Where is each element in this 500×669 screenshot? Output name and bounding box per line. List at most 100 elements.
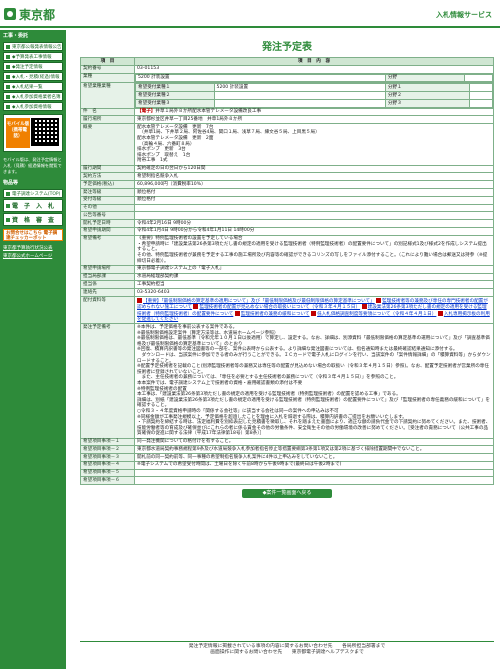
table-row: 希望備考 《重要》特例監理技術者の設置を予定している場合 ・希望申請時に「建設業法… — [80, 234, 494, 266]
table-row: 公告等番号 — [80, 211, 494, 221]
bullet-icon — [6, 94, 10, 99]
label-announce: 公告等番号 — [80, 211, 135, 221]
col-header-item: 項 目 — [80, 57, 135, 66]
table-row: 担当係 工事契約担当 — [80, 280, 494, 290]
bullet-icon — [6, 74, 10, 79]
back-to-list-button[interactable]: ◆案件一覧画面へ戻る — [242, 489, 332, 499]
bullet-icon — [6, 54, 10, 59]
bullet-icon — [6, 64, 10, 69]
page-title: 発注予定表 — [262, 42, 312, 53]
pdf-icon — [376, 297, 382, 303]
label-type: 受付等級 — [80, 195, 135, 205]
label-phone: 連絡先 — [80, 288, 135, 297]
table-row: 希望項目事項－３ 開札前の同一契約前等、同一事種の希望制指名競争入札案件に4件以上… — [80, 453, 494, 462]
sidebar-link-tokyo-official[interactable]: 東京都公式ホームページ — [0, 252, 66, 260]
tokyo-logo[interactable]: 東京都 — [4, 6, 55, 22]
value-name: 井草１局外８か所配水本管テレメータ設備改良工事 — [155, 109, 262, 115]
table-row: 希望項目事項－６ — [80, 476, 494, 486]
table-row: 発注予定備考 ※本件は、予定価格を事前公表する案件である。 ※最低制限価格設定案件… — [80, 323, 494, 439]
label-name: 件 名 — [80, 107, 135, 117]
table-row: 連絡先 03-5320-6403 — [80, 288, 494, 297]
table-row: 履行場所 東京都杉並区井草一丁目25番地 井草1局外８か所 — [80, 115, 494, 125]
label-contact-dept: 希望申請場所 — [80, 264, 135, 274]
label-hope-period: 希望申請期間 — [80, 226, 135, 236]
bullet-icon — [6, 104, 10, 109]
value-hope-item-4: ※電子システムでの希望受付時間は、土曜日を除く午前8時から午後9時まで(最終日は… — [134, 460, 494, 470]
value-industry: 5200 計装設置 — [135, 73, 386, 83]
label-hope-item-2: 希望項目事項－２ — [80, 445, 135, 455]
value-period: 契約確定の日の翌日から120日間 — [134, 164, 494, 174]
pdf-icon — [361, 304, 367, 310]
sidebar-item-budget-info[interactable]: ◆予算発表工事情報 — [3, 52, 63, 61]
footer-line-2: 画面操作に関するお問い合わせ先 東京都電子調達ヘルプデスクまで — [210, 650, 364, 655]
logo-text: 東京都 — [19, 7, 56, 22]
label-price: 予定価格(税込) — [80, 180, 135, 189]
table-row: 件 名 【電子】井草１局外８か所配水本管テレメータ設備改良工事 — [80, 107, 494, 117]
value-hope-item-3: 開札前の同一契約前等、同一事種の希望制指名競争入札案件に4件以上申込みをしていな… — [134, 453, 494, 462]
pdf-icon — [311, 310, 317, 316]
tokyo-emblem-icon — [4, 8, 16, 20]
label-hope-item-5: 希望項目事項－５ — [80, 468, 135, 478]
table-header-row: 項 目 項 目 内 容 — [80, 57, 494, 66]
footer: 発注予定情報に掲載されている事項の内容に関するお問い合わせ先 各局所担当部署まで… — [80, 641, 494, 656]
value-price: 60,896,000円（消費税率10%） — [134, 180, 494, 189]
sidebar-item-order-plan[interactable]: ◆発注予定情報 — [3, 62, 63, 71]
table-row: 希望項目事項－４ ※電子システムでの希望受付時間は、土曜日を除く午前8時から午後9… — [80, 460, 494, 470]
site-header: 東京都 入札情報サービス — [0, 0, 500, 28]
table-row: 発注等級 順位格付 — [80, 187, 494, 197]
table-row: 配付資料等 【重要】「最低制限価格の算定基準の適用について」及び「最低制限価格及… — [80, 295, 494, 325]
value-issue-note: ※本件は、予定価格を事前公表する案件である。 ※最低制限価格設定案件（算定方法等… — [134, 323, 494, 439]
table-row: 予定価格(税込) 60,896,000円（消費税率10%） — [80, 180, 494, 189]
sidebar-item-public-notice[interactable]: 東京都公報発表情報公告 — [3, 42, 63, 51]
sidebar-item-qualified-list[interactable]: ◆入札参加資格業者名簿 — [3, 92, 63, 101]
col-header-content: 項 目 内 容 — [134, 57, 494, 66]
label-bunya-2: 分野２ — [384, 91, 471, 100]
value-hope-item-5 — [134, 468, 494, 478]
table-row: 業種 5200 計装設置 分野 — [80, 72, 494, 84]
sidebar-item-bid-progress[interactable]: ◆入札・見積(経過)情報 — [3, 72, 63, 81]
label-hope-item-3: 希望項目事項－３ — [80, 453, 135, 462]
sidebar-item-qualification-review[interactable]: 資 格 審 査 — [3, 213, 63, 226]
mobile-section[interactable]: モバイル版（携帯電話） — [3, 114, 63, 152]
label-method: 契約方法 — [80, 172, 135, 182]
label-hope-note: 希望備考 — [80, 234, 135, 266]
sidebar-item-bid-results[interactable]: ◆入札結果一覧 — [3, 82, 63, 91]
value-summary: 配水本管テレメータ設備 更新 7台 （井草1局、下井草２局、阿佐谷4局、関口１局… — [134, 123, 494, 166]
label-files: 配付資料等 — [80, 295, 135, 325]
table-row: 希望申請場所 東京都電子調達システム上の「電子入札」 — [80, 264, 494, 274]
label-place: 発注等級 — [80, 187, 135, 197]
bullet-icon — [6, 44, 10, 49]
table-row: 受付等級 順位格付 — [80, 195, 494, 205]
file-link-6[interactable]: 低入札価格調査制度等要領について（令和４年４月１日） — [317, 312, 436, 317]
label-period: 履行期間 — [80, 164, 135, 174]
file-link-3[interactable]: 監理技術者の配置が見込めない場合の取扱いについて（令和３年４月１５日） — [199, 305, 360, 310]
label-contract-no: 契約番号 — [80, 64, 135, 74]
sidebar-item-e-procurement[interactable]: 電子調達システム(TOP) — [3, 189, 63, 198]
value-phone: 03-5320-6403 — [134, 288, 494, 297]
qr-code-icon — [31, 118, 59, 146]
pdf-icon — [193, 304, 199, 310]
table-row: 担当局部課 水道局経理部契約課 — [80, 272, 494, 282]
value-location: 東京都杉並区井草一丁目25番地 井草1局外８か所 — [134, 115, 494, 125]
sidebar-item-e-bidding[interactable]: 電 子 入 札 — [3, 199, 63, 212]
table-row: 希望項目事項－５ — [80, 468, 494, 478]
label-open-date: 開札予定日時 — [80, 219, 135, 228]
file-link-5[interactable]: 監理技術者の兼務の緩和について — [241, 312, 310, 317]
sidebar-item-qualification-info[interactable]: ◆入札参加資格情報 — [3, 102, 63, 111]
checker-bot-banner[interactable]: お問合せはこちら 電子調達チェッカーボット — [3, 229, 63, 241]
sidebar-link-budget-status[interactable]: 東京都予算執行状況公表 — [0, 244, 66, 252]
table-row: 契約番号 03-01153 — [80, 64, 494, 74]
table-row: 開札予定日時 令和4年2月16日 9時00分 — [80, 219, 494, 228]
value-open-date: 令和4年2月16日 9時00分 — [134, 219, 494, 228]
value-hope-period: 令和4年1月4日 9時00分から令和4年1月11日 14時00分 — [134, 226, 494, 236]
label-hope-2: 希望受付業種２ — [135, 91, 215, 100]
table-row: 履行期間 契約確定の日の翌日から120日間 — [80, 164, 494, 174]
label-section: 担当係 — [80, 280, 135, 290]
file-link-1[interactable]: 【重要】「最低制限価格の算定基準の適用について」及び「最低制限価格及び最低制限価… — [143, 299, 375, 304]
pdf-icon — [437, 310, 443, 316]
table-row: 契約方法 希望制指名競争入札 — [80, 172, 494, 182]
electronic-tag: 【電子】 — [137, 109, 156, 115]
label-hope-industry: 希望業種業種 — [80, 82, 135, 109]
system-title: 入札情報サービス — [436, 11, 492, 19]
value-hope-item-2: 東京都水道局契約事務規程第9条及び水道局競争入札参加者指名停止等措置要綱第3条第… — [134, 445, 494, 455]
